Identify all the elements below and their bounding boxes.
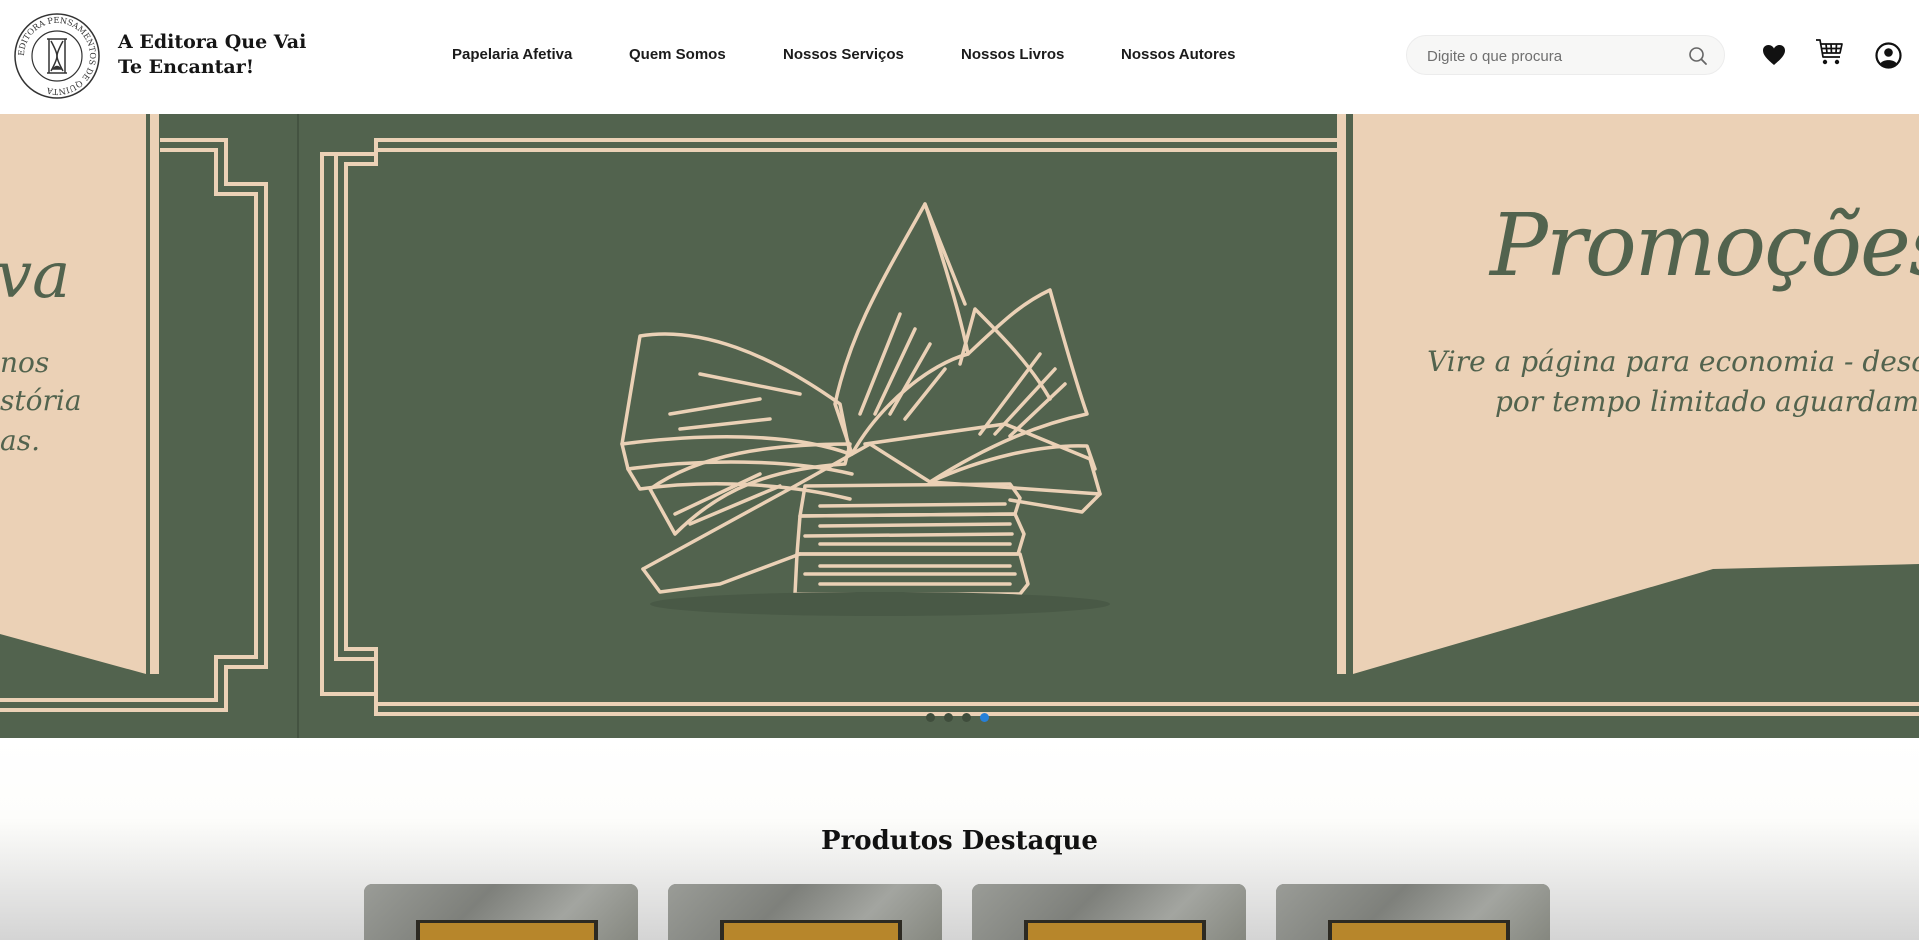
product-card[interactable] bbox=[668, 884, 942, 940]
promo-subtitle-line2: por tempo limitado aguardam bbox=[1494, 385, 1919, 418]
promo-subtitle-line1: Vire a página para economia - desc bbox=[1427, 345, 1919, 378]
user-icon[interactable] bbox=[1875, 42, 1902, 69]
nav-nossos-servicos[interactable]: Nossos Serviços bbox=[783, 46, 904, 63]
product-card[interactable] bbox=[972, 884, 1246, 940]
nav-papelaria-afetiva[interactable]: Papelaria Afetiva bbox=[452, 46, 572, 63]
featured-products-section: Produtos Destaque bbox=[0, 738, 1919, 940]
carousel-dot-2[interactable] bbox=[944, 713, 953, 722]
nav-nossos-livros[interactable]: Nossos Livros bbox=[961, 46, 1064, 63]
site-header: EDITORA PENSAMENTOS DE QUINTA A Editora … bbox=[0, 0, 1919, 114]
product-cover bbox=[1328, 920, 1510, 940]
prev-slide-line1-fragment: nos bbox=[0, 346, 50, 379]
carousel-dot-3[interactable] bbox=[962, 713, 971, 722]
prev-slide-title-fragment: va bbox=[0, 239, 71, 313]
search-input[interactable] bbox=[1425, 36, 1679, 76]
product-card[interactable] bbox=[1276, 884, 1550, 940]
product-cover bbox=[1024, 920, 1206, 940]
featured-products-title: Produtos Destaque bbox=[821, 826, 1098, 856]
search-icon[interactable] bbox=[1687, 45, 1709, 67]
books-illustration bbox=[620, 202, 1102, 596]
hero-carousel[interactable]: va nos stória as. Promoções Vire a págin… bbox=[0, 114, 1919, 738]
promo-subtitle: Vire a página para economia - desc por t… bbox=[1397, 342, 1919, 422]
logo-seal[interactable]: EDITORA PENSAMENTOS DE QUINTA bbox=[13, 12, 101, 100]
carousel-dot-4[interactable] bbox=[980, 713, 989, 722]
carousel-dot-1[interactable] bbox=[926, 713, 935, 722]
product-cover bbox=[720, 920, 902, 940]
search-box bbox=[1406, 35, 1725, 76]
brand-tagline: A Editora Que Vai Te Encantar! bbox=[118, 30, 318, 80]
heart-icon[interactable] bbox=[1762, 44, 1786, 66]
cart-icon[interactable] bbox=[1815, 38, 1844, 66]
product-card[interactable] bbox=[364, 884, 638, 940]
nav-nossos-autores[interactable]: Nossos Autores bbox=[1121, 46, 1235, 63]
promo-title: Promoções bbox=[1490, 196, 1919, 296]
prev-slide-line2-fragment: stória bbox=[0, 384, 82, 417]
product-cover bbox=[416, 920, 598, 940]
prev-slide-line3-fragment: as. bbox=[0, 424, 40, 457]
tagline-line-1: A Editora Que Vai bbox=[118, 31, 307, 53]
nav-quem-somos[interactable]: Quem Somos bbox=[629, 46, 726, 63]
tagline-line-2: Te Encantar! bbox=[118, 56, 255, 78]
